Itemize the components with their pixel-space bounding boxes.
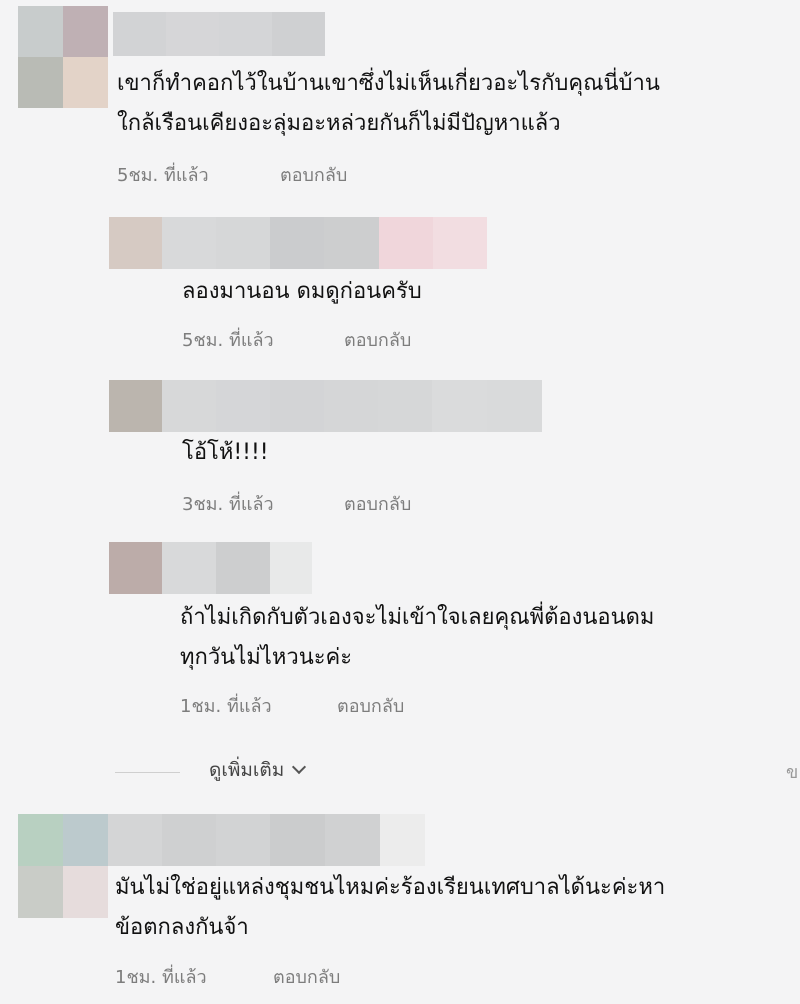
view-more-label: ดูเพิ่มเติม	[209, 759, 285, 781]
comment-text: ถ้าไม่เกิดกับตัวเองจะไม่เข้าใจเลยคุณพี่ต…	[180, 598, 654, 678]
author-name[interactable]	[113, 12, 325, 56]
comment-text: โอ้โห้!!!!	[182, 433, 269, 473]
reply-item: ถ้าไม่เกิดกับตัวเองจะไม่เข้าใจเลยคุณพี่ต…	[0, 535, 800, 725]
clipped-text: ข	[786, 762, 799, 783]
comment-meta: 3ชม. ที่แล้ว ตอบกลับ	[182, 489, 582, 515]
comment-item: เขาก็ทำคอกไว้ในบ้านเขาซึ่งไม่เห็นเกี่ยวอ…	[0, 0, 800, 200]
comment-text-line: ลองมานอน ดมดูก่อนครับ	[182, 279, 422, 304]
comment-time: 5ชม. ที่แล้ว	[117, 165, 209, 186]
comment-text-line: ถ้าไม่เกิดกับตัวเองจะไม่เข้าใจเลยคุณพี่ต…	[180, 605, 655, 630]
comment-meta: 1ชม. ที่แล้ว ตอบกลับ	[115, 962, 515, 988]
reply-item: โอ้โห้!!!! 3ชม. ที่แล้ว ตอบกลับ	[0, 373, 800, 523]
comment-meta: 5ชม. ที่แล้ว ตอบกลับ	[182, 325, 582, 351]
reply-button[interactable]: ตอบกลับ	[273, 962, 340, 991]
comment-time: 1ชม. ที่แล้ว	[180, 696, 272, 717]
reply-button[interactable]: ตอบกลับ	[344, 325, 411, 354]
author-name[interactable]	[162, 217, 487, 269]
author-name[interactable]	[162, 542, 312, 594]
comment-time: 5ชม. ที่แล้ว	[182, 330, 274, 351]
comment-meta: 1ชม. ที่แล้ว ตอบกลับ	[180, 691, 580, 717]
avatar[interactable]	[18, 6, 108, 108]
reply-item: ลองมานอน ดมดูก่อนครับ 5ชม. ที่แล้ว ตอบกล…	[0, 210, 800, 360]
author-name[interactable]	[108, 814, 425, 866]
reply-button[interactable]: ตอบกลับ	[344, 489, 411, 518]
reply-button[interactable]: ตอบกลับ	[280, 160, 347, 189]
avatar[interactable]	[109, 542, 162, 594]
comment-item: มันไม่ใช่อยู่แหล่งชุมชนไหมค่ะร้องเรียนเท…	[0, 808, 800, 1004]
view-more-button[interactable]: ดูเพิ่มเติม	[209, 755, 307, 785]
comment-text-line: ข้อตกลงกันจ้า	[115, 915, 249, 940]
reply-button[interactable]: ตอบกลับ	[337, 691, 404, 720]
comment-text: เขาก็ทำคอกไว้ในบ้านเขาซึ่งไม่เห็นเกี่ยวอ…	[117, 64, 660, 144]
comment-text-line: เขาก็ทำคอกไว้ในบ้านเขาซึ่งไม่เห็นเกี่ยวอ…	[117, 71, 660, 96]
author-name[interactable]	[162, 380, 542, 432]
comment-meta: 5ชม. ที่แล้ว ตอบกลับ	[117, 160, 517, 186]
divider-line	[115, 772, 180, 773]
comment-text: มันไม่ใช่อยู่แหล่งชุมชนไหมค่ะร้องเรียนเท…	[115, 868, 665, 948]
comment-time: 1ชม. ที่แล้ว	[115, 967, 207, 988]
comment-text: ลองมานอน ดมดูก่อนครับ	[182, 272, 422, 312]
avatar[interactable]	[109, 380, 162, 432]
avatar[interactable]	[109, 217, 162, 269]
comment-time: 3ชม. ที่แล้ว	[182, 494, 274, 515]
comment-text-line: ทุกวันไม่ไหวนะค่ะ	[180, 645, 353, 670]
chevron-down-icon	[292, 759, 307, 775]
avatar[interactable]	[18, 814, 108, 918]
comment-text-line: โอ้โห้!!!!	[182, 440, 269, 465]
comment-text-line: ใกล้เรือนเคียงอะลุ่มอะหล่วยกันก็ไม่มีปัญ…	[117, 111, 561, 136]
comment-text-line: มันไม่ใช่อยู่แหล่งชุมชนไหมค่ะร้องเรียนเท…	[115, 875, 666, 900]
